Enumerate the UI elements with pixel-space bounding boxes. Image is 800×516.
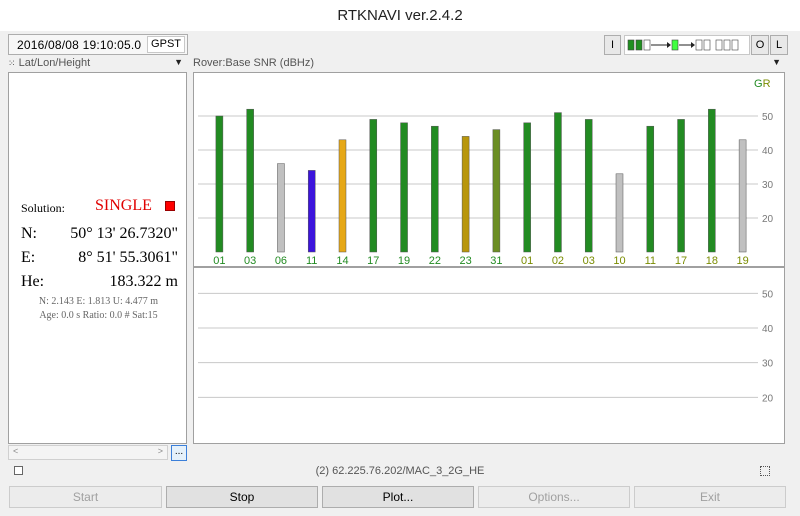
exit-button[interactable]: Exit xyxy=(634,486,786,508)
toolbar: 2016/08/08 19:10:05.0 GPST I O L xyxy=(0,31,800,57)
snr-bar xyxy=(277,163,285,253)
time-display[interactable]: 2016/08/08 19:10:05.0 GPST xyxy=(8,34,188,55)
scroll-right-icon[interactable]: > xyxy=(158,446,163,456)
north-label: N: xyxy=(21,225,37,242)
solution-type-select[interactable]: ⁙ Lat/Lon/Height ▼ xyxy=(8,57,187,71)
satellite-label: 17 xyxy=(675,255,687,266)
y-tick-label: 50 xyxy=(762,289,774,300)
snr-chart-rover: 20 30 40 50 01 03 06 11 14 17 19 22 23 31 01 02 03 10 11 17… xyxy=(198,78,774,266)
window-title: RTKNAVI ver.2.4.2 xyxy=(0,0,800,31)
solution-status: SINGLE xyxy=(95,197,152,214)
log-stream-button[interactable]: L xyxy=(770,35,788,55)
std-dev-line: N: 2.143 E: 1.813 U: 4.477 m xyxy=(38,296,159,307)
legend-text: GR xyxy=(754,78,771,90)
solution-type-label: Lat/Lon/Height xyxy=(18,57,91,69)
snr-bar xyxy=(369,119,378,253)
satellite-label: 01 xyxy=(521,255,533,266)
time-system-button[interactable]: GPST xyxy=(147,36,185,53)
satellite-label: 03 xyxy=(583,255,595,266)
satellite-label: 11 xyxy=(645,255,656,266)
satellite-label: 19 xyxy=(398,255,410,266)
connection-status: (2) 62.225.76.202/MAC_3_2G_HE xyxy=(315,465,485,477)
stream-status-indicator xyxy=(624,35,750,55)
satellite-label: 23 xyxy=(459,255,471,266)
solution-display: Solution: SINGLE N: 50° 13' 26.7320" E: … xyxy=(8,72,187,444)
start-button[interactable]: Start xyxy=(9,486,162,508)
button-bar: Start Stop Plot... Options... Exit xyxy=(0,484,800,510)
snr-bar xyxy=(215,115,224,253)
north-value: 50° 13' 26.7320" xyxy=(70,225,178,242)
satellite-label: 01 xyxy=(213,255,225,266)
snr-bar xyxy=(461,136,470,253)
chevron-down-icon: ▼ xyxy=(772,57,781,67)
satellite-label: 17 xyxy=(367,255,379,266)
scroll-left-icon[interactable]: < xyxy=(13,446,18,456)
satellite-label: 31 xyxy=(490,255,502,266)
height-value: 183.322 m xyxy=(109,273,178,290)
panel-icon: ⁙ xyxy=(8,58,16,68)
info-line: Age: 0.0 s Ratio: 0.0 # Sat:15 xyxy=(39,310,158,321)
snr-bar xyxy=(677,119,685,253)
snr-bar xyxy=(338,139,347,253)
options-button[interactable]: Options... xyxy=(478,486,630,508)
horizontal-scrollbar[interactable]: < > xyxy=(8,445,168,460)
stop-button[interactable]: Stop xyxy=(166,486,318,508)
snr-bar xyxy=(492,129,501,253)
snr-bar xyxy=(307,170,316,253)
satellite-label: 18 xyxy=(706,255,718,266)
satellite-label: 14 xyxy=(336,255,348,266)
solution-label: Solution: xyxy=(21,201,66,215)
snr-chart-base: 20 30 40 50 xyxy=(198,289,774,404)
y-tick-label: 50 xyxy=(762,112,774,123)
snr-bar xyxy=(431,125,439,253)
satellite-label: 22 xyxy=(429,255,441,266)
y-tick-label: 20 xyxy=(762,214,774,225)
input-stream-button[interactable]: I xyxy=(604,35,621,55)
plot-type-select[interactable]: Rover:Base SNR (dBHz) ▼ xyxy=(193,57,785,71)
snr-bar xyxy=(246,108,254,253)
snr-bar xyxy=(615,173,624,253)
satellite-label: 10 xyxy=(613,255,625,266)
plot-panel: Rover:Base SNR (dBHz) ▼ 20 30 40 50 01 03 06 11… xyxy=(193,57,785,462)
plot-button[interactable]: Plot... xyxy=(322,486,474,508)
satellite-label: 03 xyxy=(244,255,256,266)
chevron-down-icon: ▼ xyxy=(174,57,183,67)
satellite-label: 11 xyxy=(306,255,317,266)
snr-bar xyxy=(523,122,531,253)
satellite-label: 19 xyxy=(736,255,748,266)
status-bar: (2) 62.225.76.202/MAC_3_2G_HE xyxy=(0,462,800,482)
height-label: He: xyxy=(21,273,45,290)
resize-grip-icon[interactable] xyxy=(760,466,770,476)
stream-status-icon xyxy=(627,39,739,51)
plot-type-label: Rover:Base SNR (dBHz) xyxy=(193,57,315,69)
more-options-button[interactable]: ... xyxy=(171,445,187,461)
snr-bar xyxy=(708,108,716,253)
snr-plot-top: 20 30 40 50 01 03 06 11 14 17 19 22 23 31 01 02 03 10 11 17… xyxy=(193,72,785,267)
y-tick-label: 40 xyxy=(762,146,774,157)
snr-plot-bottom: 20 30 40 50 xyxy=(193,267,785,444)
satellite-label: 06 xyxy=(275,255,287,266)
output-stream-button[interactable]: O xyxy=(751,35,769,55)
solution-indicator xyxy=(165,201,175,211)
current-time: 2016/08/08 19:10:05.0 xyxy=(17,37,142,52)
snr-bar xyxy=(646,125,655,253)
y-tick-label: 40 xyxy=(762,324,774,335)
legend-char: G xyxy=(754,78,763,90)
snr-bar xyxy=(738,139,747,253)
y-tick-label: 20 xyxy=(762,393,774,404)
satellite-label: 02 xyxy=(552,255,564,266)
y-tick-label: 30 xyxy=(762,180,774,191)
snr-bar xyxy=(554,112,562,253)
snr-bar xyxy=(400,122,408,253)
snr-bar xyxy=(584,119,593,253)
legend-char: R xyxy=(763,78,771,90)
y-tick-label: 30 xyxy=(762,359,774,370)
solution-panel: ⁙ Lat/Lon/Height ▼ Solution: SINGLE N: 5… xyxy=(8,57,187,462)
east-label: E: xyxy=(21,249,36,266)
east-value: 8° 51' 55.3061" xyxy=(78,249,178,266)
